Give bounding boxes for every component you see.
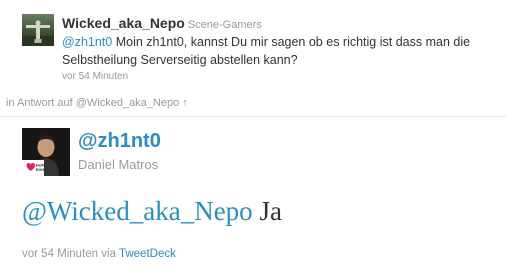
in-reply-to: in Antwort auf @Wicked_aka_Nepo ↑ (6, 97, 188, 109)
parent-header: Wicked_aka_Nepo Scene-Gamers (62, 15, 262, 33)
up-arrow-icon[interactable]: ↑ (182, 97, 188, 109)
main-avatar[interactable]: HUMAN RIGHTS (22, 128, 70, 176)
parent-mention-link[interactable]: @zh1nt0 (62, 35, 112, 49)
divider (0, 116, 506, 117)
in-reply-link[interactable]: @Wicked_aka_Nepo (76, 97, 180, 109)
main-tweet-text: @Wicked_aka_Nepo Ja (22, 196, 282, 227)
badge-text-rights: RIGHTS (36, 167, 51, 172)
main-mention-link[interactable]: @Wicked_aka_Nepo (22, 196, 253, 226)
main-meta: vor 54 Minuten via TweetDeck (22, 248, 176, 260)
main-tweet-body: Ja (252, 196, 282, 226)
main-full-name: Daniel Matros (78, 157, 159, 172)
profile-photo-avatar-icon: HUMAN RIGHTS (22, 128, 70, 176)
parent-full-name: Scene-Gamers (187, 19, 262, 31)
in-reply-prefix: in Antwort auf (6, 97, 76, 109)
parent-tweet: Wicked_aka_Nepo Scene-Gamers @zh1nt0 Moin… (22, 12, 502, 88)
parent-screen-name[interactable]: Wicked_aka_Nepo (62, 15, 185, 31)
main-timestamp[interactable]: vor 54 Minuten (22, 248, 98, 260)
parent-avatar[interactable] (22, 14, 54, 46)
parent-tweet-text: @zh1nt0 Moin zh1nt0, kannst Du mir sagen… (62, 33, 502, 69)
parent-tweet-body: Moin zh1nt0, kannst Du mir sagen ob es r… (62, 35, 471, 67)
parent-timestamp[interactable]: vor 54 Minuten (62, 71, 128, 82)
via-label: via (98, 248, 119, 260)
main-screen-name[interactable]: @zh1nt0 (78, 130, 161, 153)
christ-statue-avatar-icon (22, 20, 54, 46)
source-link[interactable]: TweetDeck (119, 248, 176, 260)
